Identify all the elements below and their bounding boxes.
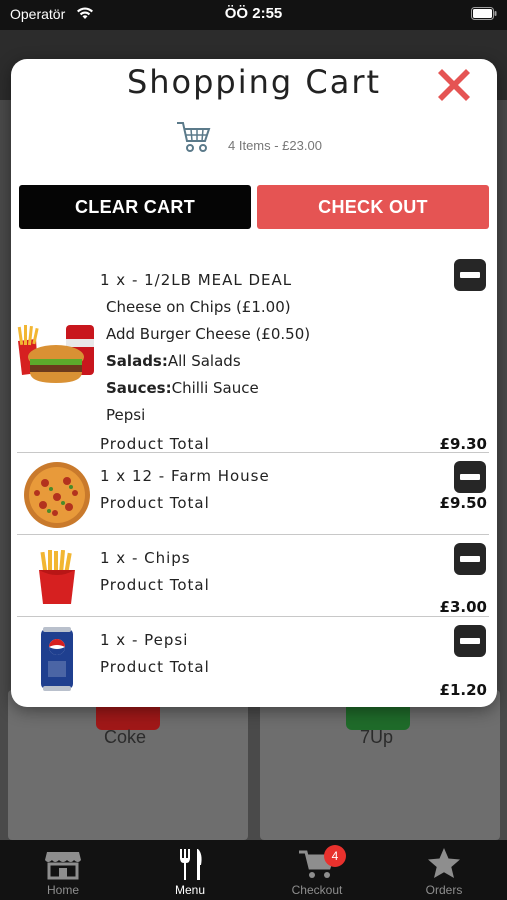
item-option-text: Add Burger Cheese (£0.50) — [106, 325, 311, 343]
clear-cart-button[interactable]: CLEAR CART — [19, 185, 251, 229]
cart-item: 1 x - Pepsi Product Total £1.20 — [11, 617, 497, 707]
product-total-label: Product Total — [100, 658, 210, 676]
item-option: Add Burger Cheese (£0.50) — [106, 325, 310, 343]
tab-menu-label: Menu — [174, 883, 206, 897]
item-option: Sauces:Chilli Sauce — [106, 379, 259, 397]
pepsi-can-image — [41, 627, 73, 691]
product-total-label: Product Total — [100, 494, 210, 512]
star-icon — [428, 848, 460, 878]
tab-menu[interactable]: Menu — [127, 840, 253, 900]
close-icon[interactable] — [432, 63, 476, 107]
item-option: Cheese on Chips (£1.00) — [106, 298, 291, 316]
item-title: 1 x - Chips — [100, 549, 191, 567]
item-option-text: Pepsi — [106, 406, 146, 424]
modal-title: Shopping Cart — [126, 63, 382, 101]
remove-item-icon[interactable] — [454, 461, 486, 493]
clock: ÖÖ 2:55 — [224, 5, 283, 22]
status-bar: Operatör ÖÖ 2:55 — [0, 0, 507, 30]
checkout-badge: 4 — [324, 845, 346, 867]
item-title: 1 x - Pepsi — [100, 631, 189, 649]
cart-item: 1 x - Chips Product Total £3.00 — [11, 535, 497, 616]
cart-item: 1 x - 1/2LB MEAL DEAL Cheese on Chips (£… — [11, 249, 497, 453]
meal-deal-image — [17, 325, 94, 383]
product-total-label: Product Total — [100, 576, 210, 594]
item-option-key: Sauces: — [106, 379, 172, 397]
item-price: £3.00 — [439, 598, 487, 616]
tab-orders[interactable]: Orders — [381, 840, 507, 900]
item-option-text: Chilli Sauce — [171, 379, 259, 397]
remove-item-icon[interactable] — [454, 543, 486, 575]
cart-summary-icon — [177, 122, 211, 152]
item-option: Salads:All Salads — [106, 352, 241, 370]
tab-orders-label: Orders — [425, 883, 463, 897]
fork-knife-icon — [180, 849, 202, 880]
menu-card-coke-label: Coke — [104, 727, 147, 747]
item-option: Pepsi — [106, 406, 145, 424]
remove-item-icon[interactable] — [454, 625, 486, 657]
check-out-button[interactable]: CHECK OUT — [257, 185, 489, 229]
remove-item-icon[interactable] — [454, 259, 486, 291]
item-price: £1.20 — [439, 681, 487, 699]
tab-home-label: Home — [46, 883, 79, 897]
chips-image — [39, 550, 75, 604]
item-option-key: Salads: — [106, 352, 168, 370]
tab-bar: Home Menu 4 Checkout Orders — [0, 840, 507, 900]
shopping-cart-modal: Shopping Cart 4 Items - £23.00 CLEAR CAR… — [11, 59, 497, 707]
pizza-image — [24, 462, 90, 528]
item-price: £9.50 — [439, 494, 487, 512]
cart-summary: 4 Items - £23.00 — [228, 138, 322, 153]
product-total-label: Product Total — [100, 435, 210, 453]
cart-item: 1 x 12 - Farm House Product Total £9.50 — [11, 453, 497, 534]
tab-checkout[interactable]: 4 Checkout — [254, 840, 380, 900]
menu-card-7up-label: 7Up — [360, 727, 394, 747]
battery-icon — [471, 7, 497, 20]
item-price: £9.30 — [439, 435, 487, 453]
item-title: 1 x - 1/2LB MEAL DEAL — [100, 271, 293, 289]
store-icon — [45, 852, 81, 880]
tab-checkout-label: Checkout — [291, 883, 343, 897]
tab-home[interactable]: Home — [0, 840, 126, 900]
item-option-text: All Salads — [167, 352, 241, 370]
item-option-text: Cheese on Chips (£1.00) — [106, 298, 291, 316]
item-title: 1 x 12 - Farm House — [100, 467, 270, 485]
